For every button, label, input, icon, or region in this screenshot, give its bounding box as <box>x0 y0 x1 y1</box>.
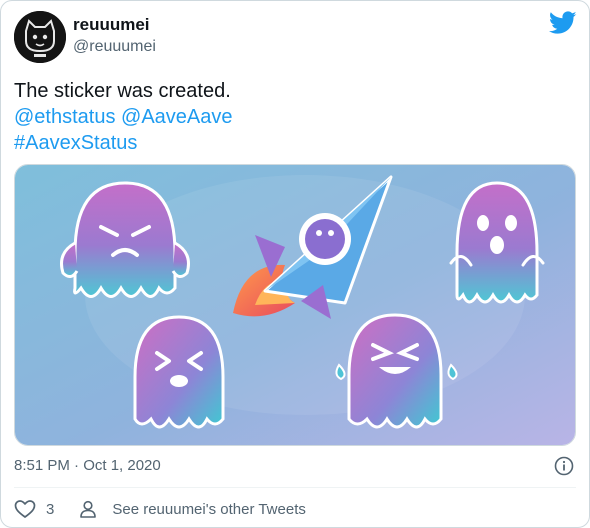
see-other-tweets-link[interactable]: See reuuumei's other Tweets <box>112 501 306 518</box>
ghost-squint <box>133 315 225 429</box>
like-count[interactable]: 3 <box>46 501 54 518</box>
divider <box>14 487 576 488</box>
sticker-image[interactable] <box>14 164 576 446</box>
tweet-text: The sticker was created. @ethstatus @Aav… <box>14 78 233 156</box>
tweet-card: reuuumei @reuuumei The sticker was creat… <box>0 0 590 528</box>
tweet-actions: 3 See reuuumei's other Tweets <box>14 498 306 520</box>
mention-ethstatus[interactable]: @ethstatus <box>14 106 115 128</box>
avatar[interactable] <box>14 11 66 63</box>
person-icon[interactable] <box>78 499 98 519</box>
tweet-text-line: The sticker was created. <box>14 80 231 102</box>
user-handle[interactable]: @reuuumei <box>73 38 156 56</box>
display-name[interactable]: reuuumei <box>73 15 150 35</box>
heart-icon[interactable] <box>14 499 36 519</box>
info-icon[interactable] <box>554 456 574 476</box>
hashtag-aavexstatus[interactable]: #AavexStatus <box>14 132 137 154</box>
tweet-timestamp[interactable]: 8:51 PM · Oct 1, 2020 <box>14 457 161 474</box>
twitter-bird-icon[interactable] <box>548 11 577 35</box>
mention-aaveaave[interactable]: @AaveAave <box>121 106 232 128</box>
